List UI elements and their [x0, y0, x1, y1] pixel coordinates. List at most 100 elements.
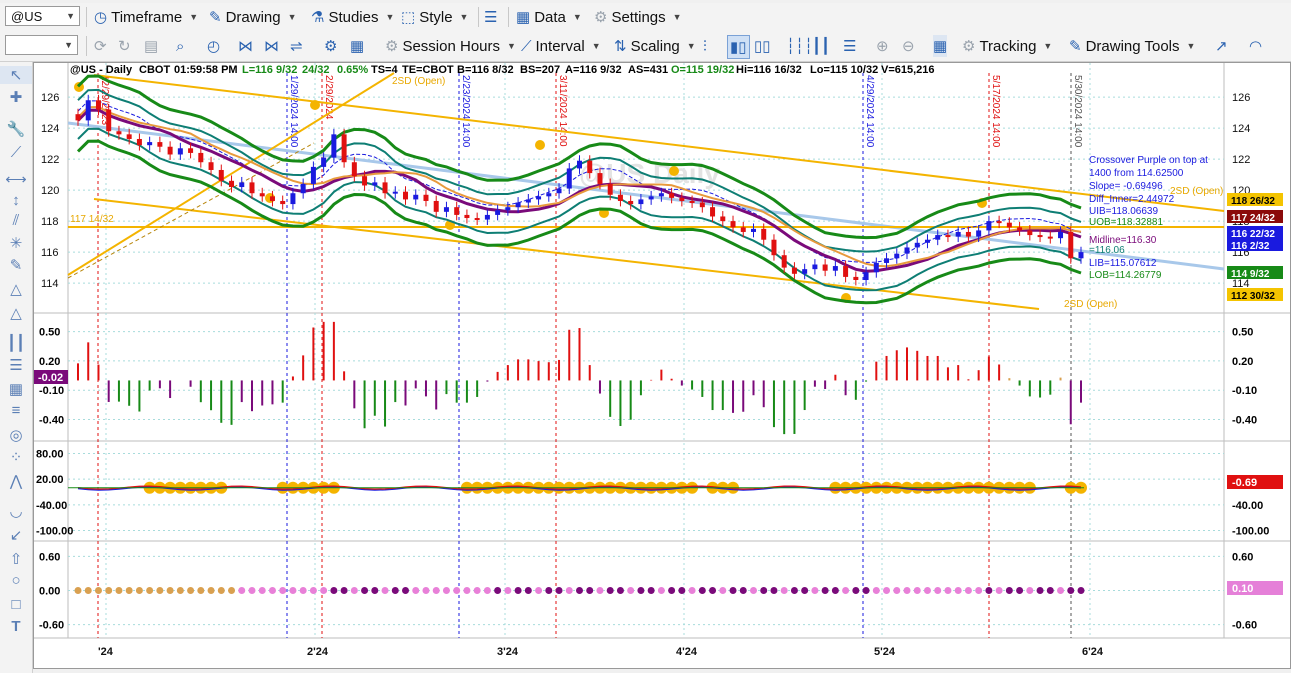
settings-menu[interactable]: ⚙ Settings ▼	[594, 6, 682, 28]
style-menu[interactable]: ⬚ Style ▼	[401, 6, 468, 28]
chart-window[interactable]: 1261261241241221221201201181181161161141…	[33, 62, 1291, 669]
data-window-button[interactable]: ▦	[933, 35, 948, 57]
volume-button[interactable]: ┆┆┆	[786, 35, 813, 57]
link-button[interactable]: ⇌	[290, 35, 303, 57]
rectangle-tool[interactable]: □	[0, 596, 32, 613]
candle-body	[802, 269, 808, 274]
crosshair-gear-icon: ⚙	[962, 38, 976, 55]
osc3-dot	[1026, 587, 1034, 594]
price-axis-left-label: 116	[41, 247, 59, 259]
interval-menu[interactable]: ⟋ Interval ▼	[521, 35, 601, 57]
studies-menu[interactable]: ⚗ Studies ▼	[311, 6, 394, 28]
pointer-tool[interactable]: ↖	[0, 66, 32, 84]
candle-body	[750, 228, 756, 232]
ray-tool[interactable]: ⟋	[0, 144, 32, 161]
fib-tool[interactable]: △	[0, 304, 32, 322]
price-tag-label: 118 26/32	[1231, 196, 1275, 207]
ray-icon: ⟋	[10, 144, 22, 161]
wave-tool[interactable]: ⋀	[0, 472, 32, 490]
panes-button[interactable]: ☰	[843, 35, 856, 57]
candle-body	[843, 266, 849, 277]
drawing-menu[interactable]: ✎ Drawing ▼	[209, 6, 297, 28]
hollow-candle-button[interactable]: ▯▯	[754, 35, 771, 57]
crosshair-tool[interactable]: ✚	[0, 88, 32, 106]
style-icon: ⬚	[401, 9, 416, 26]
refresh-button[interactable]: ⟳	[94, 35, 107, 57]
osc3-dot	[268, 587, 276, 594]
price-axis-right-label: 126	[1232, 92, 1250, 104]
candle-body	[617, 194, 623, 201]
osc3-dot	[729, 587, 737, 594]
zoom-out-button[interactable]: ⊖	[902, 35, 915, 57]
grid-tool[interactable]: ▦	[0, 380, 32, 398]
dots-tool[interactable]: ⁘	[0, 448, 32, 466]
bars-tool[interactable]: ┃┃	[0, 334, 32, 352]
session-hours-menu[interactable]: ⚙ Session Hours ▼	[385, 35, 516, 57]
wrench-tool[interactable]: 🔧	[0, 120, 32, 138]
performance-button[interactable]: ◠	[1249, 35, 1262, 57]
header-ask-size: AS=431	[628, 64, 668, 76]
osc3-dot	[1016, 587, 1024, 594]
header-volume: V=615,216	[881, 64, 935, 76]
channel-tool[interactable]: ⫽	[0, 212, 32, 229]
compare-button[interactable]: ⋈	[264, 35, 279, 57]
pen-tool[interactable]: ✎	[0, 256, 32, 274]
candle-chart-button[interactable]: ▮▯	[727, 35, 750, 59]
page-button[interactable]: ▤	[144, 35, 158, 57]
candle-body	[300, 183, 306, 194]
zoom-in-button[interactable]: ⊕	[876, 35, 889, 57]
vertical-tool[interactable]: ↕	[0, 192, 32, 209]
candle-body	[106, 109, 112, 132]
text-tool[interactable]: T	[0, 618, 32, 635]
osc3-dot	[637, 587, 645, 594]
annotation-line: Slope= -0.69496	[1089, 181, 1163, 192]
bar-chart-button[interactable]: ⫶	[703, 35, 707, 57]
volume-bars-icon: ┆┆┆	[786, 38, 814, 55]
chart-canvas[interactable]: 1261261241241221221201201181181161161141…	[34, 63, 1290, 668]
arrow-tool[interactable]: ↙	[0, 526, 32, 544]
properties-button[interactable]: ⚙	[324, 35, 337, 57]
2sd-line	[67, 72, 395, 276]
arc-tool[interactable]: ◡	[0, 502, 32, 520]
osc3-dot	[217, 587, 225, 594]
osc1-axis-left-label: 0.20	[39, 356, 60, 368]
ellipse-tool[interactable]: ○	[0, 572, 32, 589]
data-menu[interactable]: ▦ Data ▼	[516, 6, 582, 28]
grid-button[interactable]: ▦	[350, 35, 364, 57]
candle-body	[464, 214, 470, 219]
levels-tool[interactable]: ☰	[0, 356, 32, 374]
osc3-dot	[248, 587, 256, 594]
spiral-tool[interactable]: ◎	[0, 426, 32, 444]
triangle-tool[interactable]: △	[0, 280, 32, 298]
reload-button[interactable]: ↻	[118, 35, 131, 57]
channel-icon: ⫽	[12, 212, 20, 229]
layout-button[interactable]: ☰	[484, 6, 497, 28]
tracking-menu[interactable]: ⚙ Tracking ▼	[962, 35, 1052, 57]
clock-icon: ◴	[207, 38, 221, 55]
gann-tool[interactable]: ✳	[0, 234, 32, 252]
pointer-icon: ↖	[9, 67, 23, 84]
drawing-tools-menu[interactable]: ✎ Drawing Tools ▼	[1069, 35, 1195, 57]
up-arrow-tool[interactable]: ⇧	[0, 550, 32, 568]
osc3-dot	[821, 587, 829, 594]
clock-button[interactable]: ◴	[207, 35, 220, 57]
osc3-dot	[402, 587, 410, 594]
spread-button[interactable]: ⋈	[238, 35, 253, 57]
symbol-combo[interactable]: @US ▼	[5, 6, 80, 26]
scaling-menu[interactable]: ⇅ Scaling ▼	[614, 35, 696, 57]
header-symbol: @US - Daily	[70, 64, 133, 76]
candle-body	[249, 182, 255, 194]
interval-combo[interactable]: ▼	[5, 35, 78, 55]
osc3-dot	[391, 587, 399, 594]
horizontal-tool[interactable]: ⟷	[0, 170, 32, 188]
lines-tool[interactable]: ≡	[0, 402, 32, 419]
timeframe-menu[interactable]: ◷ Timeframe ▼	[94, 6, 198, 28]
trend-button[interactable]: ↗	[1215, 35, 1228, 57]
candle-body	[669, 193, 675, 198]
osc3-dot	[238, 587, 246, 594]
zoom-button[interactable]: ⌕	[176, 35, 184, 57]
column-button[interactable]: ┃┃	[812, 35, 830, 57]
chevron-down-icon: ▼	[686, 41, 696, 51]
drawing-tool-sidebar: ↖ ✚ 🔧 ⟋ ⟷ ↕ ⫽ ✳ ✎ △ △ ┃┃ ☰ ▦ ≡ ◎ ⁘ ⋀ ◡ ↙…	[0, 62, 33, 673]
osc3-dot	[463, 587, 471, 594]
